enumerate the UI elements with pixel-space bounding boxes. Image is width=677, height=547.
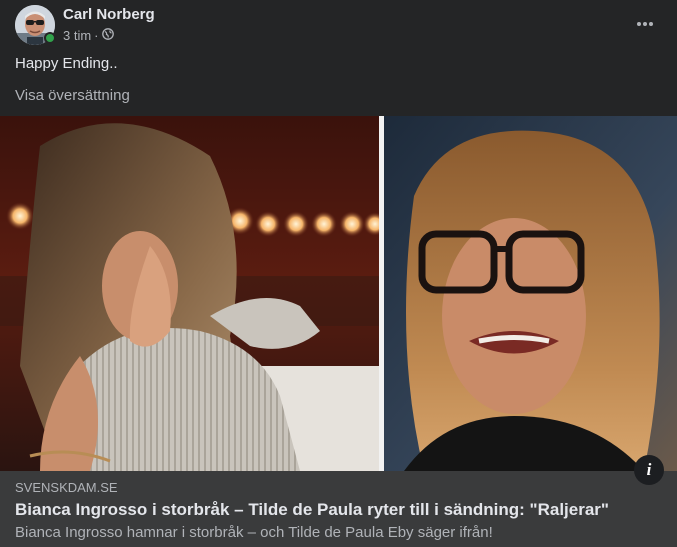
more-horizontal-icon [636,14,654,32]
link-description: Bianca Ingrosso hamnar i storbråk – och … [15,524,493,541]
see-translation-link[interactable]: Visa översättning [15,87,130,104]
photo-right [384,116,677,471]
post-text: Happy Ending.. [15,55,118,72]
globe-icon[interactable] [101,28,114,43]
link-domain: SVENSKDAM.SE [15,480,118,495]
info-icon: i [646,460,652,479]
photo-left [0,116,379,471]
more-options-button[interactable] [633,11,657,35]
online-status-dot [44,32,56,44]
post-meta: 3 tim · [63,28,114,43]
post-header: Carl Norberg 3 tim · [15,5,665,47]
info-button[interactable]: i [634,455,664,485]
link-preview-card[interactable]: SVENSKDAM.SE Bianca Ingrosso i storbråk … [0,471,677,547]
feed-post: Carl Norberg 3 tim · Happy Ending.. Visa… [0,0,677,547]
author-name[interactable]: Carl Norberg [63,6,155,23]
author-avatar[interactable] [15,5,56,45]
meta-separator: · [94,28,99,43]
link-title: Bianca Ingrosso i storbråk – Tilde de Pa… [15,500,609,519]
post-timestamp[interactable]: 3 tim [63,28,91,43]
link-preview-image[interactable] [0,116,677,471]
